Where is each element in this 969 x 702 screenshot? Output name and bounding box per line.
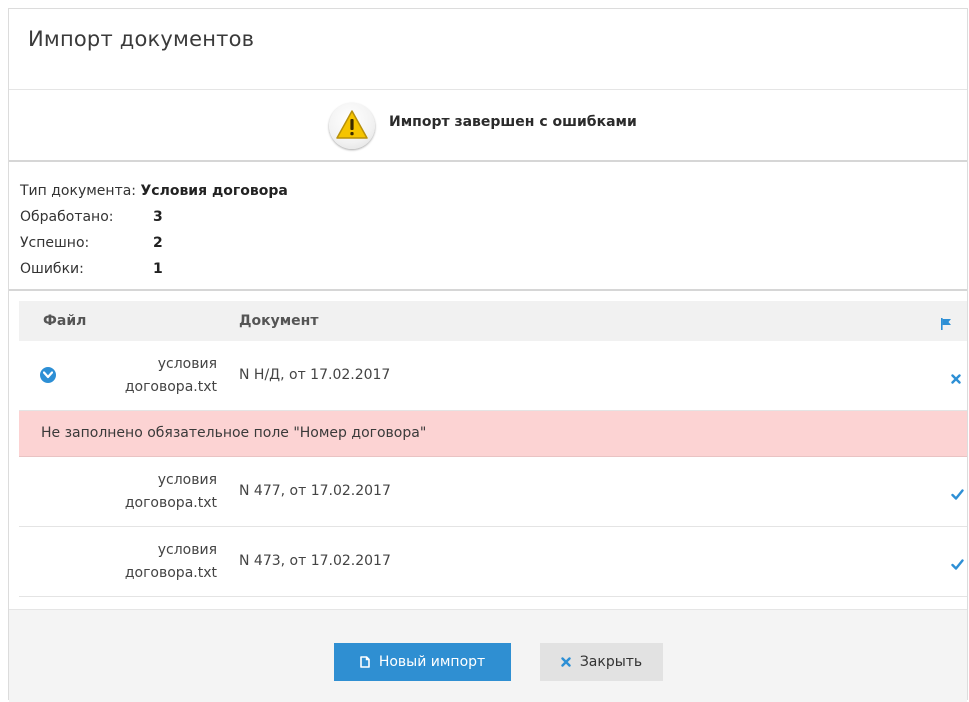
import-dialog: Импорт документов Импорт завершен с ошиб… <box>8 8 968 702</box>
file-name: условия договора.txt <box>124 356 217 395</box>
document-name: N Н/Д, от 17.02.2017 <box>239 367 391 383</box>
column-document: Документ <box>239 313 319 329</box>
import-summary: Тип документа: Условия договора Обработа… <box>20 178 288 282</box>
document-name: N 473, от 17.02.2017 <box>239 553 391 569</box>
error-message: Не заполнено обязательное поле "Номер до… <box>41 425 427 441</box>
error-message-row: Не заполнено обязательное поле "Номер до… <box>19 411 967 457</box>
errors-count: 1 <box>153 261 163 277</box>
file-icon <box>360 656 370 668</box>
column-file: Файл <box>43 313 87 329</box>
file-name: условия договора.txt <box>124 542 217 581</box>
close-button[interactable]: Закрыть <box>540 643 663 681</box>
new-import-label: Новый импорт <box>378 654 486 670</box>
table-row[interactable]: условия договора.txt N 477, от 17.02.201… <box>19 457 967 527</box>
success-count: 2 <box>153 235 163 251</box>
divider <box>9 289 967 291</box>
file-name: условия договора.txt <box>124 472 217 511</box>
new-import-button[interactable]: Новый импорт <box>334 643 511 681</box>
error-x-icon <box>951 369 961 388</box>
dialog-footer: Новый импорт Закрыть <box>9 609 967 702</box>
checkmark-icon <box>951 485 964 504</box>
flag-icon <box>941 315 952 334</box>
summary-errors: Ошибки: 1 <box>20 261 163 277</box>
warning-icon <box>329 103 375 149</box>
divider <box>9 160 967 162</box>
summary-processed: Обработано: 3 <box>20 209 163 225</box>
dialog-title: Импорт документов <box>28 27 255 51</box>
doc-type-value: Условия договора <box>140 183 288 199</box>
document-name: N 477, от 17.02.2017 <box>239 483 391 499</box>
table-row[interactable]: условия договора.txt N Н/Д, от 17.02.201… <box>19 341 967 411</box>
close-label: Закрыть <box>579 654 643 670</box>
summary-doc-type: Тип документа: Условия договора <box>20 183 288 199</box>
processed-count: 3 <box>153 209 163 225</box>
import-status: Импорт завершен с ошибками <box>9 90 967 160</box>
close-icon <box>561 657 571 667</box>
table-header: Файл Документ <box>19 301 967 341</box>
chevron-down-icon[interactable] <box>40 367 56 383</box>
dialog-header: Импорт документов <box>9 9 967 90</box>
status-message: Импорт завершен с ошибками <box>389 114 637 130</box>
table-row[interactable]: условия договора.txt N 473, от 17.02.201… <box>19 527 967 597</box>
checkmark-icon <box>951 555 964 574</box>
summary-success: Успешно: 2 <box>20 235 163 251</box>
